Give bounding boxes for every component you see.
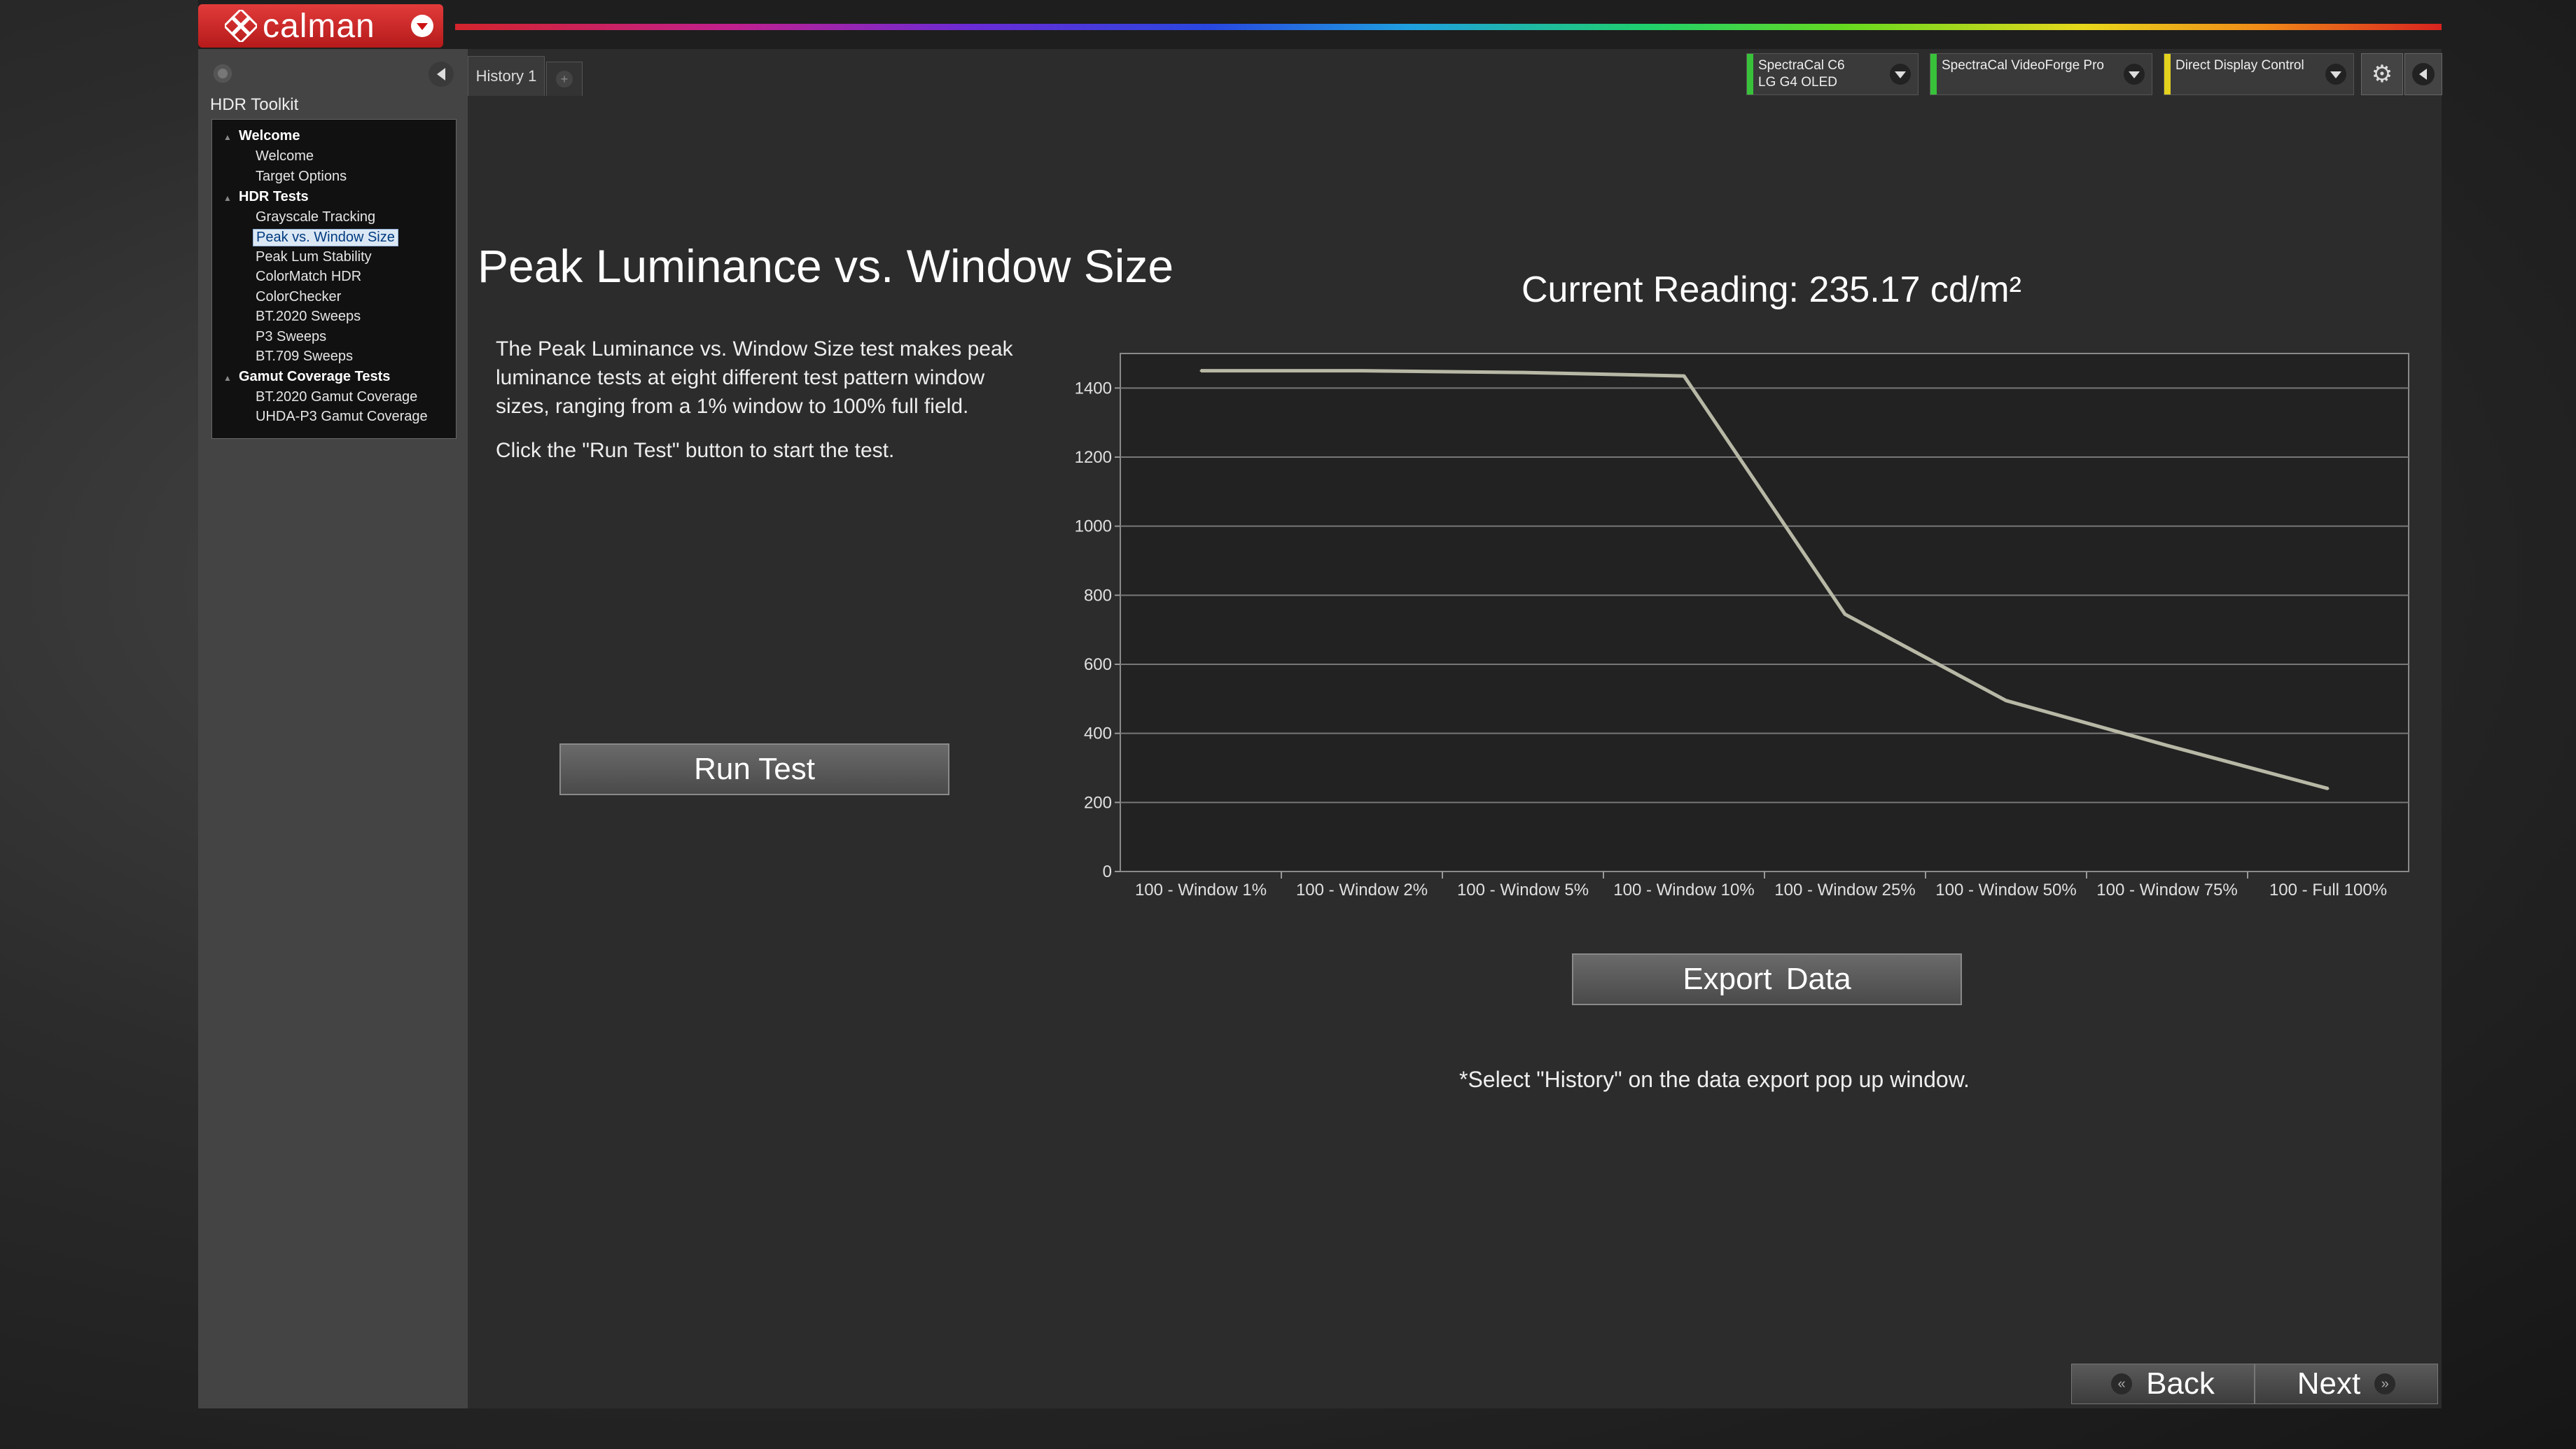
y-tick-label: 800 [1084,586,1112,605]
y-tick-label: 0 [1103,862,1112,881]
x-tick-label: 100 - Window 75% [2096,881,2237,899]
page-title: Peak Luminance vs. Window Size [478,240,1174,292]
logo-text: calman [263,7,375,45]
back-button[interactable]: « Back [2071,1364,2255,1404]
tree-item[interactable]: BT.2020 Gamut Coverage [256,389,417,405]
tree-item[interactable]: ColorChecker [256,289,341,305]
source-device-selector[interactable]: SpectraCal VideoForge Pro [1930,53,2152,95]
export-note: *Select "History" on the data export pop… [1459,1067,1970,1092]
collapse-sidebar-button[interactable] [429,62,454,87]
tab-history[interactable]: History 1 [468,56,545,96]
app-menu-button[interactable]: calman [198,4,443,48]
next-label: Next [2297,1366,2361,1401]
current-reading: Current Reading: 235.17 cd/m² [1522,270,2021,310]
status-indicator [2164,54,2171,94]
status-indicator [1747,54,1753,94]
calman-logo-icon [223,8,259,44]
tree-group[interactable]: HDR Tests [239,189,309,205]
tree-group[interactable]: Welcome [239,128,300,144]
next-button[interactable]: Next » [2255,1364,2438,1404]
export-data-button[interactable]: Export Data [1572,953,1962,1005]
wizard-nav: « Back Next » [2071,1364,2438,1404]
chevron-down-icon [1890,64,1911,85]
chevron-down-icon [411,15,433,37]
y-tick-label: 1200 [1075,448,1112,467]
back-label: Back [2146,1366,2215,1401]
chevron-double-left-icon: « [2111,1373,2133,1394]
add-tab-button[interactable]: + [546,62,583,96]
expand-arrow-icon[interactable]: ▲ [223,373,232,383]
y-tick-label: 400 [1084,724,1112,743]
collapse-panel-button[interactable] [2404,53,2442,95]
x-tick-label: 100 - Window 5% [1457,881,1589,899]
data-point [1199,370,1202,372]
y-tick-label: 1000 [1075,517,1112,536]
y-tick-label: 200 [1084,793,1112,812]
settings-button[interactable]: ⚙ [2361,53,2403,95]
run-test-hint: Click the "Run Test" button to start the… [496,439,895,462]
tab-history-label: History 1 [475,67,537,85]
tree-group[interactable]: Gamut Coverage Tests [239,369,390,385]
workflow-tree: Welcome ▲ Welcome Target Options HDR Tests ▲ G… [211,119,457,439]
tree-item[interactable]: BT.2020 Sweeps [256,309,361,325]
test-description: The Peak Luminance vs. Window Size test … [496,337,1013,418]
expand-arrow-icon[interactable]: ▲ [223,193,232,203]
status-indicator [1930,54,1937,94]
tree-item[interactable]: Peak vs. Window Size [253,229,398,246]
data-point [1522,371,1524,374]
chevron-left-icon [2412,63,2435,85]
luminance-chart: 0 200 400 600 800 1000 1200 1400 100 - Window 1%… [1075,353,2409,899]
chevron-down-icon [2325,64,2346,85]
sidebar-title: HDR Toolkit [210,95,299,114]
device-name: SpectraCal VideoForge Pro [1942,58,2104,73]
y-tick-label: 600 [1084,655,1112,674]
x-tick-label: 100 - Full 100% [2269,881,2387,899]
rainbow-stripe [455,24,2442,30]
tree-item[interactable]: Welcome [256,148,314,164]
x-tick-label: 100 - Window 25% [1774,881,1915,899]
tree-item[interactable]: P3 Sweeps [256,329,326,345]
plot-area [1120,353,2409,872]
tree-item[interactable]: Peak Lum Stability [256,249,372,265]
pin-icon[interactable] [214,64,232,83]
chevron-down-icon [2124,64,2145,85]
tree-item[interactable]: BT.709 Sweeps [256,349,353,365]
data-point [2166,744,2168,747]
x-tick-label: 100 - Window 1% [1135,881,1267,899]
display-device-selector[interactable]: Direct Display Control [2164,53,2354,95]
x-tick-label: 100 - Window 10% [1613,881,1754,899]
x-tick-label: 100 - Window 2% [1296,881,1428,899]
data-point [2327,788,2330,790]
y-tick-label: 1400 [1075,379,1112,398]
meter-device-selector[interactable]: SpectraCal C6 LG G4 OLED [1746,53,1919,95]
tree-item[interactable]: Target Options [256,169,347,185]
chevron-double-right-icon: » [2374,1373,2396,1394]
device-name: SpectraCal C6 [1758,58,1845,73]
plus-icon: + [556,71,573,88]
device-name: Direct Display Control [2175,58,2304,73]
x-tick-label: 100 - Window 50% [1935,881,2076,899]
data-point [1844,612,1846,615]
gear-icon: ⚙ [2371,61,2393,88]
data-point [2005,699,2007,702]
data-point [1683,374,1685,377]
device-subname: LG G4 OLED [1758,75,1837,90]
tree-item[interactable]: ColorMatch HDR [256,269,361,285]
expand-arrow-icon[interactable]: ▲ [223,132,232,142]
run-test-button[interactable]: Run Test [559,743,949,795]
data-point [1360,370,1363,372]
tree-item[interactable]: UHDA-P3 Gamut Coverage [256,409,428,425]
tree-item[interactable]: Grayscale Tracking [256,209,375,225]
